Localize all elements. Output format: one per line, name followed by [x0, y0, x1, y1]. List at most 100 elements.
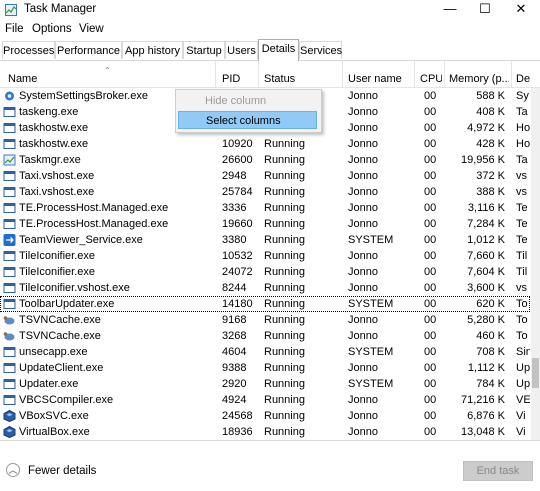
column-divider[interactable] [511, 61, 512, 87]
process-cpu: 00 [424, 170, 437, 182]
process-name: VirtualBox.exe [19, 426, 90, 438]
process-pid: 9168 [222, 314, 247, 326]
close-button[interactable]: ✕ [503, 0, 539, 20]
maximize-button[interactable]: ☐ [467, 0, 503, 20]
tab-performance[interactable]: Performance [55, 41, 122, 59]
task-manager-icon [5, 4, 17, 16]
table-row[interactable]: TeamViewer_Service.exe 3380 Running SYSTEM 0… [0, 232, 530, 248]
column-status[interactable]: Status [264, 73, 340, 85]
column-divider[interactable] [342, 61, 343, 87]
process-status: Running [264, 362, 305, 374]
process-user: Jonno [348, 266, 378, 278]
process-user: Jonno [348, 90, 378, 102]
tab-details[interactable]: Details [258, 39, 299, 61]
table-row[interactable]: TE.ProcessHost.Managed.exe 3336 Running Jon… [0, 200, 530, 216]
process-name: VBoxSVC.exe [19, 410, 89, 422]
fewer-details-link[interactable]: Fewer details [28, 465, 96, 477]
process-memory: 7,660 K [467, 250, 505, 262]
table-row[interactable]: TileIconifier.exe 24072 Running Jonno 00 7,60… [0, 264, 530, 280]
window-icon [3, 266, 16, 278]
column-divider[interactable] [444, 61, 445, 87]
table-row[interactable]: UpdateClient.exe 9388 Running Jonno 00 1,112 … [0, 360, 530, 376]
process-cpu: 00 [424, 266, 437, 278]
process-description: Til [516, 266, 528, 278]
process-cpu: 00 [424, 378, 437, 390]
column-user-name[interactable]: User name [348, 73, 412, 85]
chevron-up-icon[interactable]: ︿ [6, 463, 20, 477]
menu-view[interactable]: View [79, 23, 104, 35]
process-description: Sy [516, 90, 529, 102]
process-cpu: 00 [424, 234, 437, 246]
table-row[interactable]: TileIconifier.vshost.exe 8244 Running Jonno… [0, 280, 530, 296]
table-row[interactable]: Taxi.vshost.exe 25784 Running Jonno 00 388 K v… [0, 184, 530, 200]
menu-options[interactable]: Options [32, 23, 72, 35]
process-pid: 14180 [222, 298, 253, 310]
process-cpu: 00 [424, 330, 437, 342]
window-icon [3, 202, 16, 214]
tab-startup[interactable]: Startup [183, 41, 225, 59]
scrollbar-thumb[interactable] [532, 358, 539, 388]
process-pid: 4924 [222, 394, 247, 406]
process-memory: 388 K [476, 186, 505, 198]
title-bar: Task Manager — ☐ ✕ [0, 0, 540, 20]
tab-strip: Processes Performance App history Startu… [0, 39, 540, 61]
process-user: Jonno [348, 202, 378, 214]
process-status: Running [264, 250, 305, 262]
process-description: To [516, 314, 528, 326]
table-row[interactable]: Updater.exe 2920 Running SYSTEM 00 784 K Up [0, 376, 530, 392]
table-row[interactable]: TSVNCache.exe 9168 Running Jonno 00 5,280 K To [0, 312, 530, 328]
process-name: Taskmgr.exe [19, 154, 81, 166]
process-description: Ho [516, 138, 530, 150]
vertical-scrollbar[interactable] [531, 88, 540, 440]
process-pid: 24568 [222, 410, 253, 422]
table-row[interactable]: VBCSCompiler.exe 4924 Running Jonno 00 71,216… [0, 392, 530, 408]
tab-users[interactable]: Users [225, 41, 258, 59]
table-row[interactable]: TE.ProcessHost.Managed.exe 19660 Running Jo… [0, 216, 530, 232]
tab-services[interactable]: Services [299, 41, 342, 59]
table-row[interactable]: unsecapp.exe 4604 Running SYSTEM 00 708 K Sin [0, 344, 530, 360]
column-name[interactable]: Name [8, 73, 208, 85]
table-row[interactable]: TSVNCache.exe 3268 Running Jonno 00 460 K To [0, 328, 530, 344]
column-pid[interactable]: PID [222, 73, 256, 85]
window-icon [3, 362, 16, 374]
table-row[interactable]: VirtualBox.exe 18936 Running Jonno 00 13,048 … [0, 424, 530, 440]
table-row[interactable]: ToolbarUpdater.exe 14180 Running SYSTEM 00 62… [0, 296, 530, 312]
gear-icon [3, 90, 16, 102]
window-icon [3, 298, 16, 310]
minimize-button[interactable]: — [432, 0, 468, 20]
process-name: unsecapp.exe [19, 346, 88, 358]
process-pid: 3336 [222, 202, 247, 214]
table-row[interactable]: Taxi.vshost.exe 2948 Running Jonno 00 372 K vs [0, 168, 530, 184]
table-row[interactable]: taskhostw.exe 10920 Running Jonno 00 428 K Ho [0, 136, 530, 152]
process-name: TE.ProcessHost.Managed.exe [19, 218, 169, 230]
process-description: Ta [516, 106, 528, 118]
select-columns-item[interactable]: Select columns [178, 111, 317, 129]
process-name: Taxi.vshost.exe [19, 170, 95, 182]
column-divider[interactable] [215, 61, 216, 87]
column-description[interactable]: De [516, 73, 530, 85]
end-task-button[interactable]: End task [463, 461, 533, 481]
table-row[interactable]: VBoxSVC.exe 24568 Running Jonno 00 6,876 K Vi [0, 408, 530, 424]
process-status: Running [264, 170, 305, 182]
process-user: SYSTEM [348, 234, 394, 246]
process-status: Running [264, 410, 305, 422]
table-row[interactable]: Taskmgr.exe 26600 Running Jonno 00 19,956 K Ta [0, 152, 530, 168]
window-icon [3, 378, 16, 390]
tab-app-history[interactable]: App history [122, 41, 183, 59]
process-user: Jonno [348, 218, 378, 230]
process-description: Ho [516, 122, 530, 134]
column-memory[interactable]: Memory (p... [449, 73, 509, 85]
process-user: Jonno [348, 282, 378, 294]
column-divider[interactable] [258, 61, 259, 87]
tab-processes[interactable]: Processes [2, 41, 55, 59]
process-memory: 5,280 K [467, 314, 505, 326]
process-user: Jonno [348, 410, 378, 422]
process-cpu: 00 [424, 202, 437, 214]
column-divider[interactable] [414, 61, 415, 87]
table-row[interactable]: TileIconifier.exe 10532 Running Jonno 00 7,66… [0, 248, 530, 264]
process-description: To [516, 330, 528, 342]
process-user: Jonno [348, 186, 378, 198]
menu-file[interactable]: File [5, 23, 24, 35]
process-user: Jonno [348, 106, 378, 118]
column-cpu[interactable]: CPU [420, 73, 442, 85]
